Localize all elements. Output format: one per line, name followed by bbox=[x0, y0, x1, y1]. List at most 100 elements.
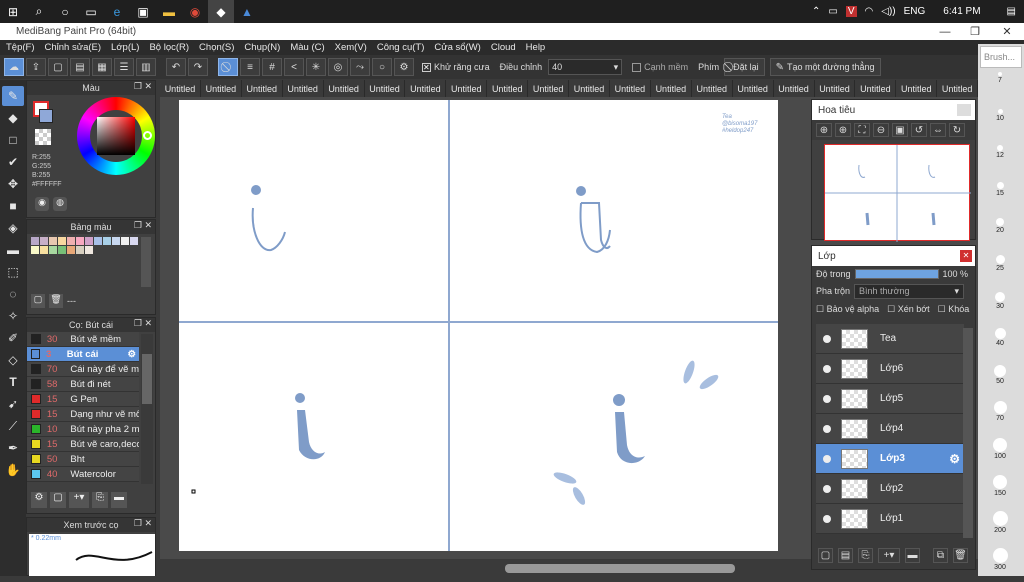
clock[interactable]: 6:41 PM bbox=[943, 6, 980, 17]
menu-view[interactable]: Xem(V) bbox=[335, 42, 367, 53]
document-tab[interactable]: Untitled bbox=[324, 80, 365, 97]
visibility-icon[interactable] bbox=[823, 454, 831, 463]
opacity-slider[interactable] bbox=[854, 269, 939, 279]
menu-edit[interactable]: Chỉnh sửa(E) bbox=[45, 42, 102, 53]
new-brush-icon[interactable]: ▢ bbox=[50, 492, 66, 508]
visibility-icon[interactable] bbox=[823, 364, 831, 373]
brush-size-preset[interactable]: 50 bbox=[978, 363, 1022, 400]
document-tab[interactable]: Untitled bbox=[242, 80, 283, 97]
windows-start-icon[interactable]: ⊞ bbox=[0, 0, 26, 23]
palette-swatch[interactable] bbox=[49, 237, 57, 245]
document-tab[interactable]: Untitled bbox=[283, 80, 324, 97]
rotate-left-icon[interactable]: ↺ bbox=[911, 123, 927, 137]
new-palette-icon[interactable]: ▢ bbox=[31, 294, 45, 308]
redo-button[interactable]: ↷ bbox=[188, 58, 208, 76]
brush-size-preset[interactable]: 40 bbox=[978, 326, 1022, 363]
color-wheel[interactable] bbox=[77, 97, 155, 175]
document-tab[interactable]: Untitled bbox=[733, 80, 774, 97]
clip-toggle[interactable]: ☐ Xén bớt bbox=[887, 304, 930, 315]
document-tab[interactable]: Untitled bbox=[201, 80, 242, 97]
document-tab[interactable]: Untitled bbox=[569, 80, 610, 97]
hand-tool-icon[interactable]: ✋ bbox=[2, 460, 24, 480]
document-tab[interactable]: Untitled bbox=[692, 80, 733, 97]
notification-icon[interactable]: ▤ bbox=[1007, 6, 1016, 17]
document-tab[interactable]: Untitled bbox=[937, 80, 979, 97]
cortana-icon[interactable]: ○ bbox=[52, 0, 78, 23]
palette-swatch[interactable] bbox=[94, 237, 102, 245]
select-eraser-tool-icon[interactable]: ◇ bbox=[2, 350, 24, 370]
color-mode-icon[interactable]: ◉ bbox=[35, 197, 49, 211]
layer-row[interactable]: Lớp3 ⚙ bbox=[816, 444, 964, 474]
export-icon[interactable]: ⇪ bbox=[26, 58, 46, 76]
photos-icon[interactable]: ▲ bbox=[234, 0, 260, 23]
flip-icon[interactable]: ⇔ bbox=[930, 123, 946, 137]
protect-alpha-toggle[interactable]: ☐ Bảo vệ alpha bbox=[816, 304, 879, 315]
blend-select[interactable]: Bình thường ▾ bbox=[854, 283, 965, 299]
palette-swatch[interactable] bbox=[121, 237, 129, 245]
grid-list-icon[interactable]: ▥ bbox=[136, 58, 156, 76]
language-indicator[interactable]: ENG bbox=[904, 6, 926, 17]
document-tab[interactable]: Untitled bbox=[487, 80, 529, 97]
brush-size-preset[interactable]: 70 bbox=[978, 399, 1022, 436]
chevron-up-icon[interactable]: ⌃ bbox=[812, 6, 820, 17]
brush-size-preset[interactable]: 20 bbox=[978, 216, 1022, 253]
layer-row[interactable]: Lớp4 bbox=[816, 414, 964, 444]
palette-swatch[interactable] bbox=[40, 246, 48, 254]
saturation-value-square[interactable] bbox=[97, 117, 135, 155]
palette-swatch[interactable] bbox=[130, 237, 138, 245]
menu-help[interactable]: Help bbox=[526, 42, 546, 53]
drawing-canvas[interactable] bbox=[179, 100, 778, 551]
navigator-close-icon[interactable] bbox=[957, 104, 971, 116]
palette-swatch[interactable] bbox=[85, 246, 93, 254]
grid-snap-icon[interactable]: # bbox=[262, 58, 282, 76]
antialias-toggle[interactable]: ✕ Khử răng cưa bbox=[422, 62, 490, 72]
document-tab[interactable]: Untitled bbox=[774, 80, 815, 97]
brush-item[interactable]: 40 Watercolor bbox=[27, 467, 139, 482]
store-icon[interactable]: ▣ bbox=[130, 0, 156, 23]
menu-cloud[interactable]: Cloud bbox=[491, 42, 516, 53]
layer-upload-icon[interactable]: ▤ bbox=[70, 58, 90, 76]
brush-item[interactable]: 50 Bht bbox=[27, 452, 139, 467]
brush-size-preset[interactable]: 15 bbox=[978, 180, 1022, 217]
palette-swatch[interactable] bbox=[67, 237, 75, 245]
document-tab[interactable]: Untitled bbox=[651, 80, 692, 97]
straight-line-button[interactable]: ✎ Tạo một đường thẳng bbox=[769, 58, 881, 76]
brush-item[interactable]: 30 Bút vẽ mềm bbox=[27, 332, 139, 347]
new-layer-icon[interactable]: ▢ bbox=[818, 548, 833, 563]
horizontal-scrollbar-thumb[interactable] bbox=[505, 564, 735, 573]
document-tab[interactable]: Untitled bbox=[365, 80, 406, 97]
panel-close-icon[interactable]: ❐ ✕ bbox=[134, 318, 152, 329]
copy-brush-icon[interactable]: ⎘ bbox=[92, 492, 108, 508]
menu-color[interactable]: Màu (C) bbox=[290, 42, 324, 53]
menu-filter[interactable]: Bộ lọc(R) bbox=[149, 42, 189, 53]
brush-size-preset[interactable]: 300 bbox=[978, 546, 1022, 582]
palette-swatch[interactable] bbox=[58, 237, 66, 245]
brush-size-preset[interactable]: 100 bbox=[978, 436, 1022, 473]
document-tab[interactable]: Untitled bbox=[160, 80, 201, 97]
reset-button[interactable]: ⃠Đặt lại bbox=[724, 58, 765, 76]
chrome-icon[interactable]: ◉ bbox=[182, 0, 208, 23]
volume-icon[interactable]: ◁)) bbox=[881, 6, 895, 17]
secondary-color-swatch[interactable] bbox=[39, 109, 53, 123]
document-tab[interactable]: Untitled bbox=[896, 80, 938, 97]
brush-size-preset[interactable]: 12 bbox=[978, 143, 1022, 180]
brush-size-preset[interactable]: 25 bbox=[978, 253, 1022, 290]
copy-layer-icon[interactable]: ⎘ bbox=[858, 548, 873, 563]
eraser-tool-icon[interactable]: ◆ bbox=[2, 108, 24, 128]
document-tab[interactable]: Untitled bbox=[815, 80, 856, 97]
brush-size-preset[interactable]: 7 bbox=[978, 70, 1022, 107]
antialias-checkbox[interactable]: ✕ bbox=[422, 62, 431, 72]
eyedropper-tool-icon[interactable]: ✒ bbox=[2, 438, 24, 458]
medibang-taskbar-icon[interactable]: ◆ bbox=[208, 0, 234, 23]
circle-snap-icon[interactable]: ◎ bbox=[328, 58, 348, 76]
move-tool-icon[interactable]: ✥ bbox=[2, 174, 24, 194]
minimize-button[interactable]: — bbox=[930, 23, 960, 40]
edge-icon[interactable]: e bbox=[104, 0, 130, 23]
fit-icon[interactable]: ⛶ bbox=[854, 123, 870, 137]
document-tab[interactable]: Untitled bbox=[405, 80, 447, 97]
lock-toggle[interactable]: ☐ Khóa bbox=[938, 304, 970, 315]
visibility-icon[interactable] bbox=[823, 394, 831, 403]
palette-swatch[interactable] bbox=[76, 246, 84, 254]
canvas-paper[interactable]: Tea @bisoma197 #heldop247 bbox=[179, 100, 778, 551]
comment-icon[interactable]: ▢ bbox=[48, 58, 68, 76]
